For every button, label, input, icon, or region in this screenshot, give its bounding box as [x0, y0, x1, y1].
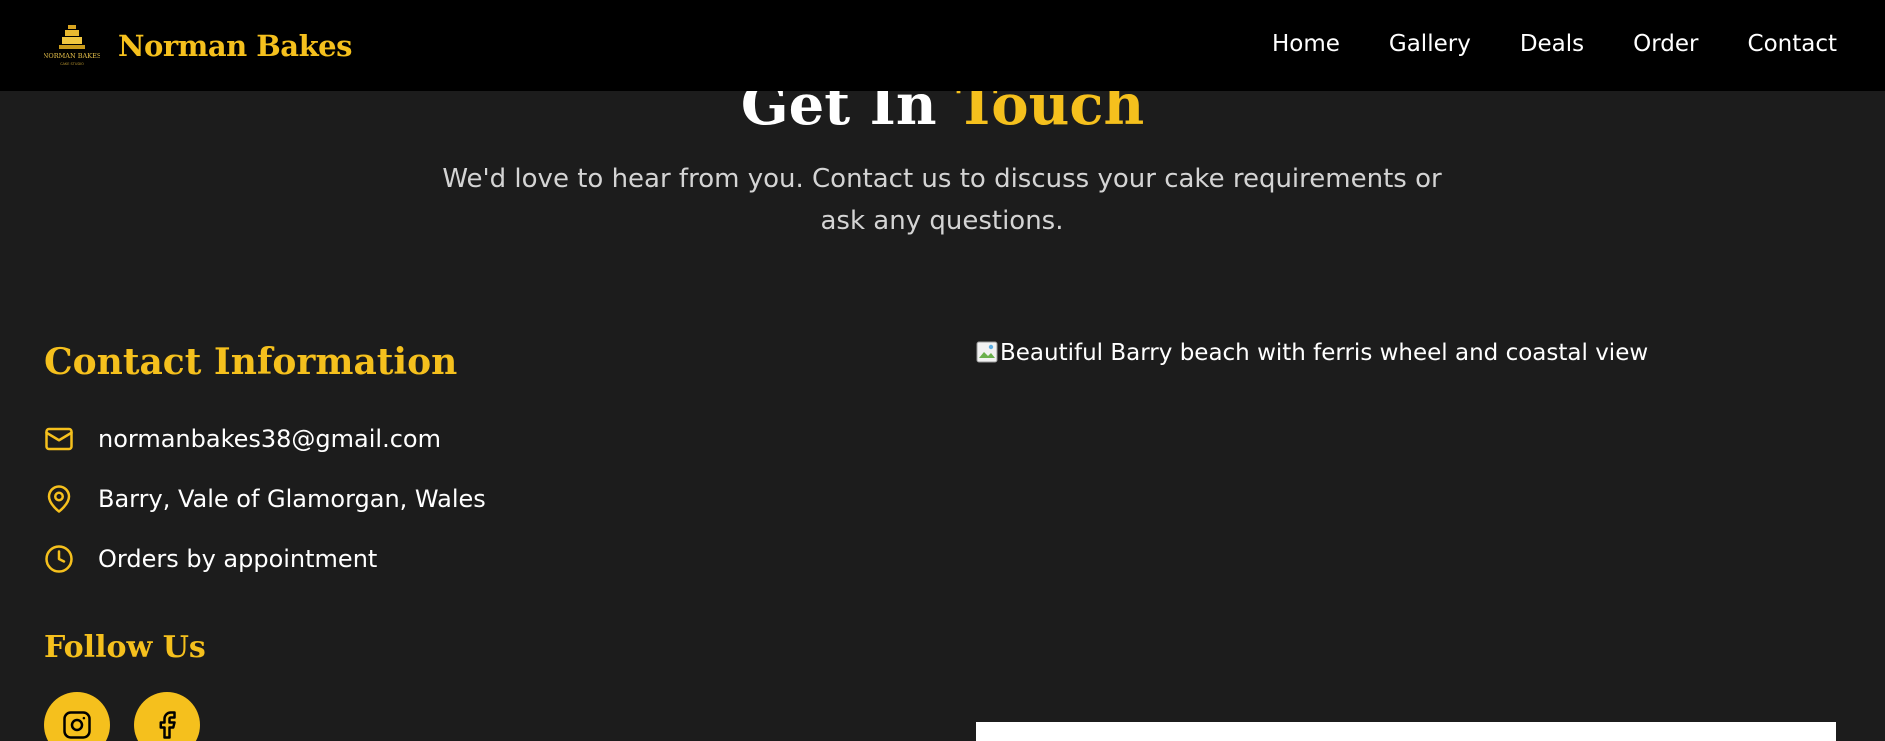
beach-image-alt-text: Beautiful Barry beach with ferris wheel …	[1000, 340, 1649, 366]
logo-icon: NORMAN BAKES CAKE STUDIO	[44, 25, 100, 66]
page-subtitle-line1: We'd love to hear from you. Contact us t…	[442, 164, 1442, 194]
beach-image: Beautiful Barry beach with ferris wheel …	[976, 337, 1836, 722]
page-subtitle-line2: ask any questions.	[820, 206, 1064, 236]
brand[interactable]: NORMAN BAKES CAKE STUDIO Norman Bakes	[44, 23, 352, 69]
contact-info-title: Contact Information	[44, 341, 458, 383]
logo-text: NORMAN BAKES	[44, 52, 100, 60]
follow-us-title: Follow Us	[44, 630, 206, 665]
mail-icon	[44, 424, 74, 454]
nav-links: Home Gallery Deals Order Contact	[1223, 0, 1837, 87]
contact-location-row: Barry, Vale of Glamorgan, Wales	[44, 482, 486, 516]
instagram-icon	[63, 711, 91, 739]
page-subtitle: We'd love to hear from you. Contact us t…	[442, 158, 1442, 242]
contact-email[interactable]: normanbakes38@gmail.com	[98, 425, 441, 453]
brand-name[interactable]: Norman Bakes	[118, 29, 352, 63]
instagram-button[interactable]	[44, 692, 110, 741]
contact-email-row[interactable]: normanbakes38@gmail.com	[44, 422, 441, 456]
nav-deals[interactable]: Deals	[1520, 31, 1584, 57]
logo-tagline: CAKE STUDIO	[60, 62, 84, 66]
page: NORMAN BAKES CAKE STUDIO Norman Bakes Ho…	[0, 0, 1885, 741]
navbar: NORMAN BAKES CAKE STUDIO Norman Bakes Ho…	[0, 0, 1885, 91]
nav-home[interactable]: Home	[1272, 31, 1340, 57]
broken-image-icon	[976, 341, 998, 363]
nav-contact[interactable]: Contact	[1748, 31, 1837, 57]
clock-icon	[44, 544, 74, 574]
nav-gallery[interactable]: Gallery	[1389, 31, 1471, 57]
facebook-icon	[159, 711, 176, 739]
contact-location: Barry, Vale of Glamorgan, Wales	[98, 485, 486, 513]
contact-hours: Orders by appointment	[98, 545, 378, 573]
nav-order[interactable]: Order	[1633, 31, 1698, 57]
map-pin-icon	[44, 484, 74, 514]
facebook-button[interactable]	[134, 692, 200, 741]
contact-hours-row: Orders by appointment	[44, 542, 377, 576]
contact-form-panel	[976, 722, 1836, 741]
